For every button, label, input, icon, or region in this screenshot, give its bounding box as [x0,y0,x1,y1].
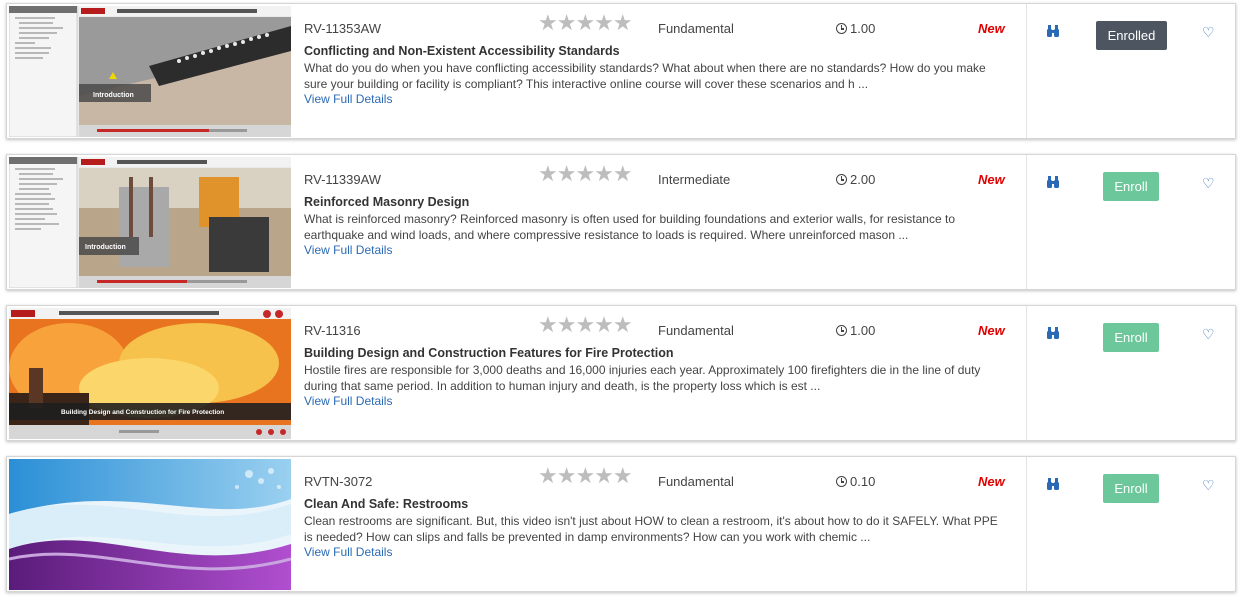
divider [1026,155,1027,289]
course-code: RV-11316 [304,323,361,338]
clock-icon [836,325,847,336]
star-rating[interactable]: ★★★★★ [538,465,633,487]
enroll-button[interactable]: Enroll [1103,474,1159,503]
view-full-details-link[interactable]: View Full Details [304,243,392,257]
course-title: Reinforced Masonry Design [304,195,470,209]
course-description: What is reinforced masonry? Reinforced m… [304,212,955,242]
new-badge: New [978,172,1005,187]
course-level: Intermediate [658,172,731,187]
enroll-button[interactable]: Enroll [1103,323,1159,352]
thumbnail-caption: Introduction [93,92,134,99]
binoculars-icon[interactable] [1046,326,1060,340]
course-thumbnail[interactable]: Introduction [9,6,291,137]
view-full-details-link[interactable]: View Full Details [304,545,392,559]
course-level: Fundamental [658,323,734,338]
course-card: Introduction RV-11339AW ★★★★★ Intermedia… [6,154,1236,290]
course-code: RV-11339AW [304,172,382,187]
course-hours-value: 1.00 [850,21,876,36]
clock-icon [836,476,847,487]
thumbnail-caption: Building Design and Construction for Fir… [61,409,224,416]
divider [1026,4,1027,138]
view-full-details-link[interactable]: View Full Details [304,394,392,408]
new-badge: New [978,21,1005,36]
course-hours-value: 1.00 [850,323,876,338]
course-title: Building Design and Construction Feature… [304,346,674,360]
new-badge: New [978,323,1005,338]
thumbnail-caption: Introduction [85,244,126,251]
course-description: Clean restrooms are significant. But, th… [304,514,998,544]
course-title: Conflicting and Non-Existent Accessibili… [304,44,620,58]
binoculars-icon[interactable] [1046,24,1060,38]
star-rating[interactable]: ★★★★★ [538,163,633,185]
view-full-details-link[interactable]: View Full Details [304,92,392,106]
new-badge: New [978,474,1005,489]
course-card: Building Design and Construction for Fir… [6,305,1236,441]
star-rating[interactable]: ★★★★★ [538,314,633,336]
binoculars-icon[interactable] [1046,477,1060,491]
course-level: Fundamental [658,474,734,489]
course-level: Fundamental [658,21,734,36]
enroll-button[interactable]: Enroll [1103,172,1159,201]
course-description: What do you do when you have conflicting… [304,61,986,91]
course-hours: 1.00 [836,21,875,36]
course-code: RVTN-3072 [304,474,373,489]
star-rating[interactable]: ★★★★★ [538,12,633,34]
heart-outline-icon[interactable]: ♡ [1202,25,1215,39]
course-code: RV-11353AW [304,21,382,36]
binoculars-icon[interactable] [1046,175,1060,189]
divider [1026,457,1027,591]
course-hours: 1.00 [836,323,875,338]
course-description: Hostile fires are responsible for 3,000 … [304,363,981,393]
course-hours-value: 2.00 [850,172,876,187]
course-thumbnail[interactable]: Introduction [9,157,291,288]
course-hours: 0.10 [836,474,875,489]
enrolled-button[interactable]: Enrolled [1096,21,1167,50]
heart-outline-icon[interactable]: ♡ [1202,176,1215,190]
course-card: Introduction RV-11353AW ★★★★★ Fundamenta… [6,3,1236,139]
divider [1026,306,1027,440]
heart-outline-icon[interactable]: ♡ [1202,327,1215,341]
course-title: Clean And Safe: Restrooms [304,497,469,511]
course-thumbnail[interactable] [9,459,291,590]
heart-outline-icon[interactable]: ♡ [1202,478,1215,492]
course-card: RVTN-3072 ★★★★★ Fundamental 0.10 New Cle… [6,456,1236,592]
course-thumbnail[interactable]: Building Design and Construction for Fir… [9,308,291,439]
course-hours-value: 0.10 [850,474,876,489]
course-hours: 2.00 [836,172,875,187]
clock-icon [836,23,847,34]
clock-icon [836,174,847,185]
